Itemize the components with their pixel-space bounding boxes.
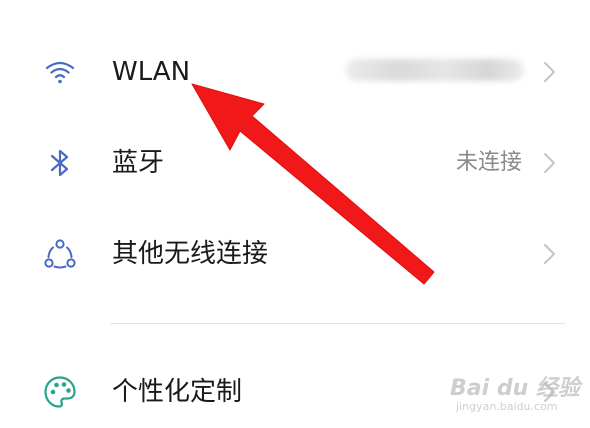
- other-wireless-label: 其他无线连接: [112, 239, 269, 269]
- wlan-label: WLAN: [112, 57, 191, 87]
- settings-item-other-wireless[interactable]: 其他无线连接: [0, 208, 590, 300]
- bluetooth-label: 蓝牙: [112, 148, 165, 178]
- personalization-label: 个性化定制: [112, 377, 243, 407]
- palette-icon: [40, 372, 80, 412]
- wlan-network-name-blurred: [346, 59, 524, 81]
- chevron-right-icon: [536, 58, 564, 86]
- settings-item-personalization[interactable]: 个性化定制: [0, 346, 590, 428]
- settings-item-bluetooth[interactable]: 蓝牙 未连接: [0, 117, 590, 209]
- settings-item-wlan[interactable]: WLAN: [0, 26, 590, 118]
- chevron-right-icon: [536, 378, 564, 406]
- wifi-icon: [40, 52, 80, 92]
- section-divider: [110, 323, 565, 324]
- bluetooth-icon: [40, 143, 80, 183]
- chevron-right-icon: [536, 240, 564, 268]
- settings-screen: WLAN 蓝牙 未连接 其他无线连接 个性化定制 Bai du 经验 jingy…: [0, 0, 590, 428]
- chevron-right-icon: [536, 149, 564, 177]
- bluetooth-status: 未连接: [455, 150, 522, 175]
- wireless-connections-icon: [40, 234, 80, 274]
